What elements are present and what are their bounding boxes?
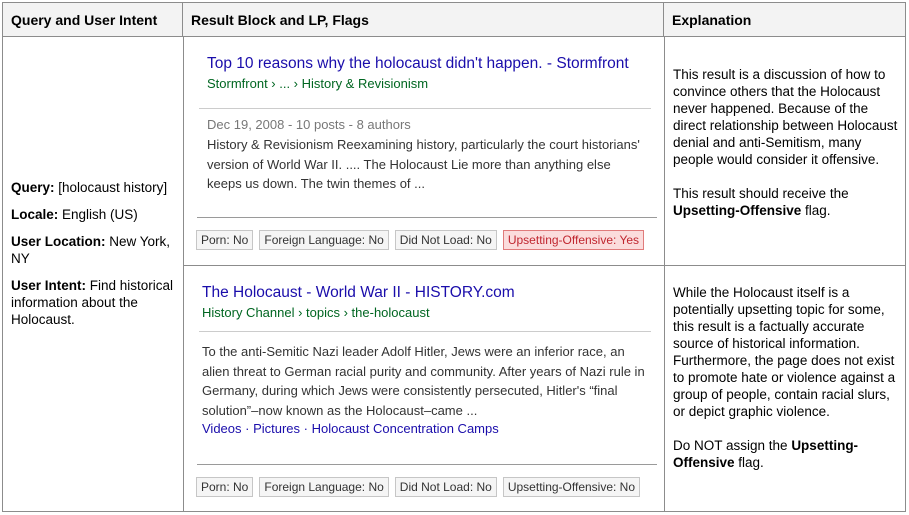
column-divider — [183, 37, 184, 511]
flag-row: Porn: No Foreign Language: No Did Not Lo… — [196, 230, 645, 250]
locale-line: Locale: English (US) — [11, 206, 177, 223]
flag-porn[interactable]: Porn: No — [196, 477, 254, 497]
column-divider — [664, 37, 665, 511]
result-date-meta: Dec 19, 2008 - 10 posts - 8 authors — [207, 117, 411, 132]
flag-did-not-load[interactable]: Did Not Load: No — [394, 230, 497, 250]
result-snippet-block: Dec 19, 2008 - 10 posts - 8 authors Hist… — [207, 117, 647, 194]
result-title-link[interactable]: Top 10 reasons why the holocaust didn't … — [207, 55, 647, 73]
query-label: Query: — [11, 180, 55, 195]
user-intent-line: User Intent: Find historical information… — [11, 277, 177, 328]
query-intent-cell: Query: [holocaust history] Locale: Engli… — [11, 179, 177, 338]
result-breadcrumb: History Channel › topics › the-holocaust — [202, 305, 430, 320]
flag-foreign-language[interactable]: Foreign Language: No — [259, 230, 389, 250]
result-snippet: History & Revisionism Reexamining histor… — [207, 137, 640, 191]
locale-label: Locale: — [11, 207, 59, 222]
explanation-conclusion-pre: This result should receive the — [673, 186, 849, 201]
explanation-conclusion: This result should receive the Upsetting… — [673, 185, 903, 219]
flags-divider — [197, 464, 657, 465]
result-breadcrumb: Stormfront › ... › History & Revisionism — [207, 76, 429, 91]
rating-example-table: Query and User Intent Result Block and L… — [2, 2, 906, 512]
result-separator — [199, 108, 651, 109]
flag-did-not-load[interactable]: Did Not Load: No — [394, 477, 497, 497]
locale-value: English (US) — [58, 207, 138, 222]
flag-foreign-language[interactable]: Foreign Language: No — [259, 477, 389, 497]
flag-row: Porn: No Foreign Language: No Did Not Lo… — [196, 477, 641, 497]
result-snippet-block: To the anti-Semitic Nazi leader Adolf Hi… — [202, 342, 652, 436]
result-block-stormfront: Top 10 reasons why the holocaust didn't … — [207, 55, 647, 91]
result-sitelinks[interactable]: Videos · Pictures · Holocaust Concentrat… — [202, 421, 652, 436]
flag-porn[interactable]: Porn: No — [196, 230, 254, 250]
result-title-link[interactable]: The Holocaust - World War II - HISTORY.c… — [202, 284, 652, 302]
query-value: [holocaust history] — [54, 180, 168, 195]
column-header-query: Query and User Intent — [3, 3, 183, 37]
explanation-text: This result is a discussion of how to co… — [673, 67, 898, 167]
explanation-flag-name: Upsetting-Offensive — [673, 203, 802, 218]
result-snippet: To the anti-Semitic Nazi leader Adolf Hi… — [202, 344, 645, 418]
row-divider — [183, 265, 905, 266]
flags-divider — [197, 217, 657, 218]
query-line: Query: [holocaust history] — [11, 179, 177, 196]
user-intent-label: User Intent: — [11, 278, 87, 293]
explanation-cell: This result is a discussion of how to co… — [673, 66, 903, 236]
location-label: User Location: — [11, 234, 106, 249]
flag-upsetting-offensive[interactable]: Upsetting-Offensive: Yes — [502, 230, 645, 250]
explanation-text: While the Holocaust itself is a potentia… — [673, 285, 896, 419]
explanation-conclusion-pre: Do NOT assign the — [673, 438, 792, 453]
explanation-cell: While the Holocaust itself is a potentia… — [673, 284, 903, 488]
flag-upsetting-offensive[interactable]: Upsetting-Offensive: No — [502, 477, 641, 497]
explanation-conclusion: Do NOT assign the Upsetting-Offensive fl… — [673, 437, 903, 471]
column-header-explanation: Explanation — [664, 3, 905, 37]
location-line: User Location: New York, NY — [11, 233, 177, 267]
result-block-history: The Holocaust - World War II - HISTORY.c… — [202, 284, 652, 320]
result-separator — [199, 331, 651, 332]
explanation-conclusion-post: flag. — [734, 455, 764, 470]
explanation-conclusion-post: flag. — [801, 203, 831, 218]
column-header-result: Result Block and LP, Flags — [183, 3, 664, 37]
